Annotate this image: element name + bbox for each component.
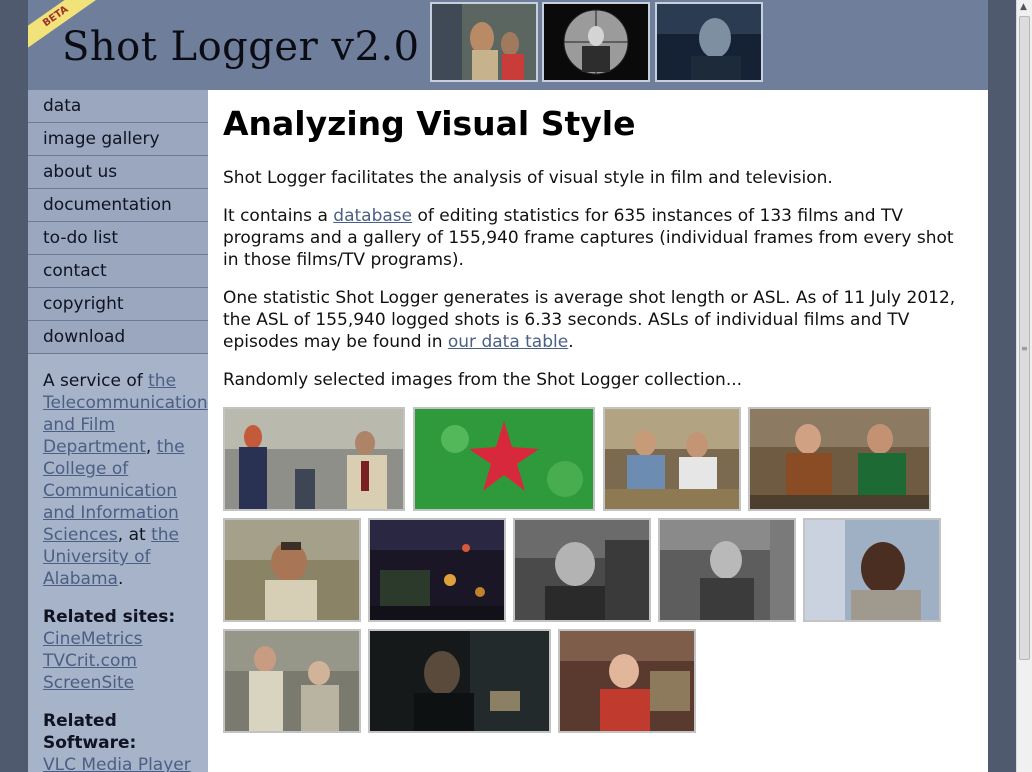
link-cinemetrics[interactable]: CineMetrics	[43, 628, 193, 650]
header-thumb-2[interactable]	[542, 2, 650, 82]
service-suffix: .	[117, 569, 124, 589]
p3-pre: One statistic Shot Logger generates is a…	[223, 288, 956, 352]
gallery-thumb[interactable]	[558, 629, 696, 733]
gallery-thumb[interactable]	[223, 407, 405, 511]
service-sep1: ,	[145, 437, 157, 457]
service-sep2: , at	[117, 525, 152, 545]
gallery-thumb[interactable]	[748, 407, 931, 511]
sidebar: data image gallery about us documentatio…	[28, 90, 208, 772]
link-vlc-media-player[interactable]: VLC Media Player	[43, 754, 193, 772]
p2-pre: It contains a	[223, 206, 334, 226]
scrollbar-grip-icon: ≡	[1021, 344, 1028, 353]
gallery-thumb[interactable]	[223, 518, 361, 622]
sidebar-item-to-do-list[interactable]: to-do list	[28, 222, 208, 255]
intro-paragraph: Shot Logger facilitates the analysis of …	[223, 168, 833, 188]
vertical-scrollbar[interactable]: ▲ ≡	[1016, 0, 1032, 772]
header-thumb-1[interactable]	[430, 2, 538, 82]
asl-paragraph: One statistic Shot Logger generates is a…	[223, 287, 973, 353]
scroll-up-arrow-icon[interactable]: ▲	[1020, 2, 1027, 12]
gallery-thumb[interactable]	[368, 629, 551, 733]
site-header: BETA Shot Logger v2.0	[28, 0, 988, 90]
gallery-thumb[interactable]	[513, 518, 651, 622]
gallery-intro: Randomly selected images from the Shot L…	[223, 370, 743, 390]
gallery-thumb[interactable]	[413, 407, 595, 511]
p3-post: .	[568, 332, 574, 352]
link-tvcrit[interactable]: TVCrit.com	[43, 650, 193, 672]
sidebar-item-about-us[interactable]: about us	[28, 156, 208, 189]
link-screensite[interactable]: ScreenSite	[43, 672, 193, 694]
data-table-link[interactable]: our data table	[448, 332, 568, 352]
related-software-heading: Related Software:	[43, 711, 137, 753]
scrollbar-thumb[interactable]: ≡	[1019, 16, 1030, 660]
gallery-thumb[interactable]	[368, 518, 506, 622]
database-paragraph: It contains a database of editing statis…	[223, 205, 973, 271]
sidebar-item-data[interactable]: data	[28, 90, 208, 123]
gallery-thumb[interactable]	[223, 629, 361, 733]
gallery-thumb[interactable]	[658, 518, 796, 622]
gallery-thumb[interactable]	[603, 407, 741, 511]
sidebar-item-contact[interactable]: contact	[28, 255, 208, 288]
service-prefix: A service of	[43, 371, 149, 391]
database-link[interactable]: database	[333, 206, 412, 226]
service-credit: A service of the Telecommunication and F…	[28, 354, 208, 772]
sidebar-item-documentation[interactable]: documentation	[28, 189, 208, 222]
site-logo[interactable]: Shot Logger v2.0	[62, 24, 420, 70]
sidebar-item-copyright[interactable]: copyright	[28, 288, 208, 321]
image-gallery	[223, 407, 983, 737]
gallery-thumb[interactable]	[803, 518, 941, 622]
header-thumb-3[interactable]	[655, 2, 763, 82]
page: BETA Shot Logger v2.0 data image gallery…	[28, 0, 988, 772]
page-title: Analyzing Visual Style	[223, 104, 636, 143]
sidebar-item-image-gallery[interactable]: image gallery	[28, 123, 208, 156]
sidebar-item-download[interactable]: download	[28, 321, 208, 354]
related-sites-heading: Related sites:	[43, 607, 176, 627]
main-content: Analyzing Visual Style Shot Logger facil…	[208, 90, 988, 772]
